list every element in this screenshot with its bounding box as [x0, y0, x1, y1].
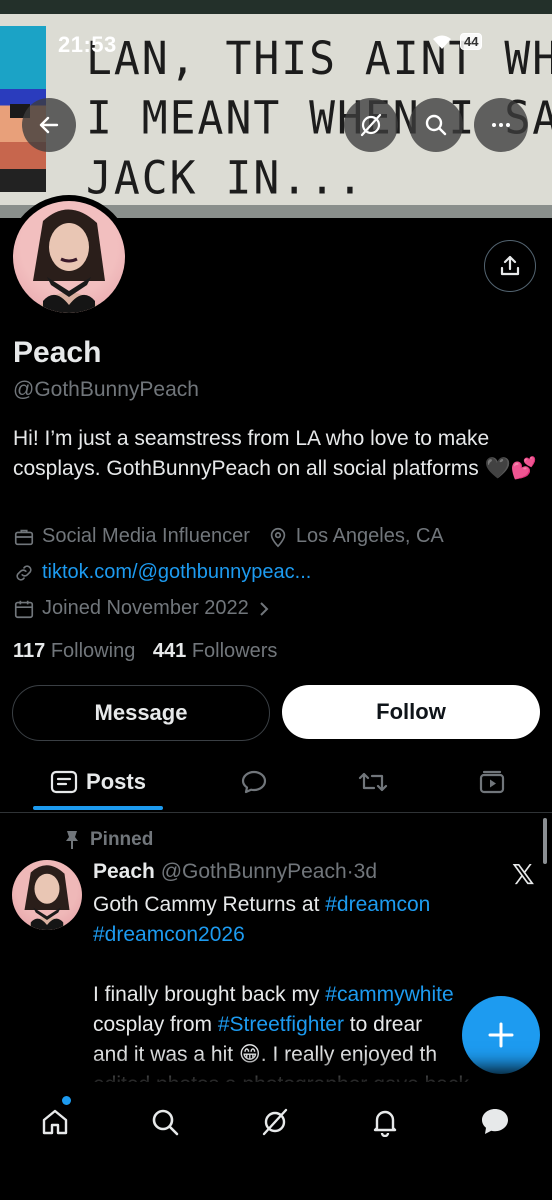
profile-tabs: Posts: [0, 752, 552, 813]
nav-messages[interactable]: [475, 1102, 515, 1142]
follow-button[interactable]: Follow: [282, 685, 540, 739]
arrow-left-icon: [39, 116, 59, 134]
avatar-portrait: [33, 209, 105, 313]
followers-count: 441: [152, 640, 187, 662]
nav-notifications[interactable]: [365, 1102, 405, 1142]
briefcase-icon: [14, 529, 34, 545]
tab-posts[interactable]: Posts: [33, 752, 163, 812]
wifi-icon: [433, 35, 451, 49]
hashtag-link[interactable]: #dreamcon2026: [93, 923, 245, 946]
hashtag-link[interactable]: #dreamcon: [325, 893, 430, 916]
pinned-label: Pinned: [90, 829, 154, 850]
location-pin-icon: [270, 527, 286, 547]
profile-category: Social Media Influencer: [42, 525, 250, 547]
followers-label: Followers: [191, 640, 278, 662]
reply-bubble-icon: [241, 770, 267, 794]
profile-joined-row[interactable]: Joined November 2022: [13, 597, 272, 620]
profile-bio: Hi! I’m just a seamstress from LA who lo…: [13, 427, 537, 480]
share-profile-button[interactable]: [484, 240, 536, 292]
post-author-name[interactable]: Peach: [93, 860, 155, 883]
grok-icon: [262, 1108, 288, 1136]
post-author-avatar[interactable]: [12, 860, 82, 930]
post-text: I finally brought back my: [93, 983, 326, 1006]
x-logo-icon: 𝕏: [512, 859, 535, 890]
profile-website-row[interactable]: tiktok.com/@gothbunnypeac...: [13, 561, 311, 584]
post-body[interactable]: Goth Cammy Returns at #dreamcon #dreamco…: [93, 890, 513, 1100]
video-media-icon: [479, 770, 505, 794]
tab-media[interactable]: [472, 752, 512, 812]
grok-button[interactable]: [344, 98, 398, 152]
calendar-icon: [14, 600, 34, 618]
status-time: 21:53: [58, 32, 117, 57]
profile-location: Los Angeles, CA: [295, 525, 444, 547]
post-text: cosplay from: [93, 1013, 218, 1036]
battery-indicator: 44: [460, 33, 483, 50]
hashtag-link[interactable]: #Streetfighter: [218, 1013, 344, 1036]
post-age: 3d: [353, 860, 378, 883]
repost-icon: [358, 772, 388, 792]
following-link[interactable]: 117 Following: [13, 640, 135, 662]
profile-avatar: [13, 201, 125, 313]
profile-website-link[interactable]: tiktok.com/@gothbunnypeac...: [42, 561, 311, 584]
pin-icon: [66, 831, 78, 849]
more-horizontal-icon: [492, 123, 510, 127]
home-notification-dot: [62, 1096, 71, 1105]
profile-handle: @GothBunnyPeach: [13, 378, 199, 401]
search-icon: [152, 1109, 179, 1136]
link-icon: [16, 564, 32, 581]
status-icons: 44: [432, 33, 483, 50]
following-count: 117: [13, 640, 46, 662]
chat-bubble-icon: [482, 1109, 508, 1134]
tab-replies[interactable]: [234, 752, 274, 812]
scrollbar[interactable]: [543, 818, 547, 864]
follow-counts: 117 Following 441 Followers: [13, 640, 277, 663]
tab-reposts[interactable]: [353, 752, 393, 812]
share-icon: [500, 255, 520, 276]
profile-avatar-ring[interactable]: [7, 195, 131, 319]
post-author-handle[interactable]: @GothBunnyPeach: [161, 860, 347, 883]
bell-icon: [373, 1110, 397, 1137]
plus-icon: [488, 1022, 514, 1048]
grok-icon: [360, 113, 382, 137]
post-text: Goth Cammy Returns at: [93, 893, 326, 916]
search-button[interactable]: [409, 98, 463, 152]
nav-grok[interactable]: [255, 1102, 295, 1142]
profile-meta-row: Social Media Influencer Los Angeles, CA: [13, 525, 444, 548]
chevron-right-icon: [260, 601, 269, 616]
compose-post-button[interactable]: [462, 996, 540, 1074]
message-button[interactable]: Message: [12, 685, 270, 741]
hashtag-link[interactable]: #cammywhite: [325, 983, 453, 1006]
bottom-navigation: [0, 1082, 552, 1200]
home-icon: [42, 1109, 68, 1135]
profile-name: Peach: [13, 336, 102, 369]
nav-explore[interactable]: [145, 1102, 185, 1142]
followers-link[interactable]: 441 Followers: [153, 640, 278, 662]
post-text: to drear: [343, 1013, 423, 1036]
search-icon: [425, 114, 447, 136]
post-header: Peach @GothBunnyPeach·3d: [93, 860, 377, 884]
nav-home[interactable]: [35, 1102, 75, 1142]
more-options-button[interactable]: [474, 98, 528, 152]
tab-posts-label: Posts: [86, 769, 146, 794]
profile-joined-date: Joined November 2022: [42, 597, 249, 619]
following-label: Following: [50, 640, 136, 662]
post-avatar-portrait: [24, 865, 70, 930]
banner-frame-top: [0, 0, 552, 14]
post-text: and it was a hit 😁. I really enjoyed th: [93, 1043, 438, 1066]
active-tab-indicator: [33, 806, 163, 810]
back-button[interactable]: [22, 98, 76, 152]
post-dot-separator: ·: [346, 860, 354, 883]
pinned-indicator: Pinned: [64, 829, 153, 851]
posts-icon: [50, 770, 78, 794]
